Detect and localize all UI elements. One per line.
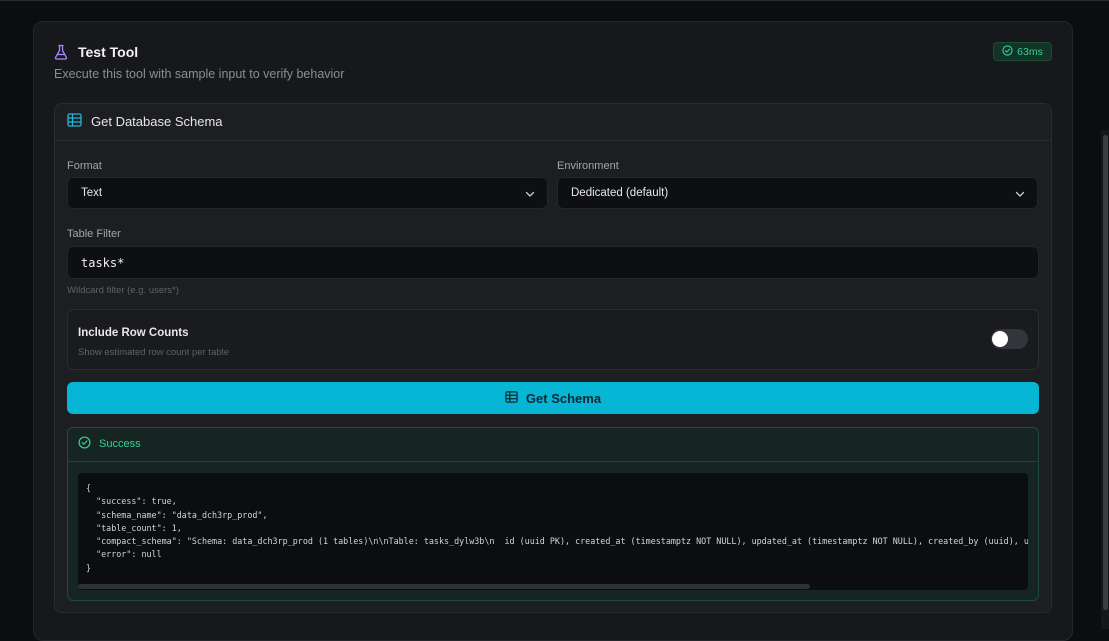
row-counts-title: Include Row Counts (78, 327, 189, 339)
table-filter-hint: Wildcard filter (e.g. users*) (67, 285, 179, 296)
toggle-knob (992, 331, 1008, 347)
code-line: } (86, 562, 92, 573)
result-header: Success (67, 427, 1039, 462)
tool-name: Get Database Schema (91, 114, 223, 129)
chevron-down-icon (1015, 189, 1025, 199)
format-value: Text (81, 187, 103, 199)
test-tool-header: Test Tool (54, 43, 138, 61)
format-select[interactable]: Text (67, 177, 548, 209)
code-horizontal-scrollbar[interactable] (78, 584, 810, 589)
code-line: "success": true, (86, 496, 177, 507)
code-line: "table_count": 1, (86, 522, 182, 533)
get-schema-label: Get Schema (525, 390, 602, 406)
code-line: "compact_schema": "Schema: data_dch3rp_p… (86, 536, 1028, 547)
chevron-down-icon (525, 189, 535, 199)
code-line: { (86, 483, 92, 493)
environment-label: Environment (557, 160, 619, 172)
window-top-border (0, 0, 1109, 1)
check-circle-icon (78, 436, 91, 452)
result-status: Success (99, 438, 141, 450)
table-icon (67, 113, 82, 130)
table-filter-value: tasks* (81, 255, 125, 270)
timing-badge: 63ms (993, 42, 1052, 61)
code-line: "schema_name": "data_dch3rp_prod", (86, 509, 268, 520)
row-counts-option (67, 309, 1039, 370)
environment-select[interactable]: Dedicated (default) (557, 177, 1038, 209)
environment-value: Dedicated (default) (571, 187, 669, 199)
table-icon (505, 390, 518, 406)
clock-check-icon (1002, 44, 1013, 59)
tool-form-header: Get Database Schema (54, 103, 1052, 141)
table-filter-label: Table Filter (67, 228, 121, 240)
code-line: "error": null (86, 549, 162, 560)
page-subtitle: Execute this tool with sample input to v… (54, 67, 345, 81)
get-schema-button[interactable]: Get Schema (67, 382, 1039, 414)
flask-icon (54, 44, 68, 60)
result-json-output[interactable]: { "success": true, "schema_name": "data_… (78, 473, 1028, 590)
format-label: Format (67, 160, 102, 172)
row-counts-description: Show estimated row count per table (78, 347, 230, 358)
table-filter-input[interactable]: tasks* (67, 246, 1039, 279)
timing-value: 63ms (1017, 45, 1043, 58)
page-title: Test Tool (78, 44, 139, 60)
row-counts-toggle[interactable] (991, 329, 1028, 349)
page-scrollbar-thumb[interactable] (1103, 135, 1108, 610)
